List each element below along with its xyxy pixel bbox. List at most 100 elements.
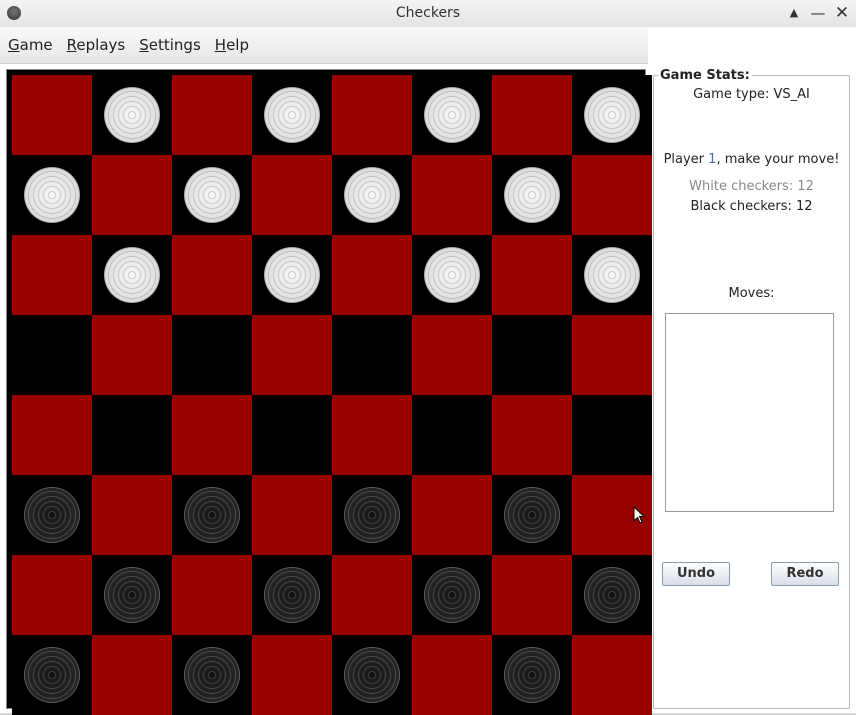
- white-checker-piece[interactable]: [184, 167, 240, 223]
- board-square[interactable]: [252, 395, 332, 475]
- board-square[interactable]: [332, 75, 412, 155]
- board-square[interactable]: [412, 75, 492, 155]
- board-square[interactable]: [412, 315, 492, 395]
- board-square[interactable]: [412, 635, 492, 715]
- board-square[interactable]: [332, 635, 412, 715]
- board-square[interactable]: [252, 235, 332, 315]
- white-checker-piece[interactable]: [24, 167, 80, 223]
- board-square[interactable]: [252, 315, 332, 395]
- redo-button[interactable]: Redo: [771, 562, 839, 586]
- black-checker-piece[interactable]: [584, 567, 640, 623]
- white-checker-piece[interactable]: [584, 247, 640, 303]
- white-checker-piece[interactable]: [424, 87, 480, 143]
- board-square[interactable]: [12, 75, 92, 155]
- board-square[interactable]: [12, 235, 92, 315]
- board-square[interactable]: [12, 635, 92, 715]
- checkers-board[interactable]: [12, 75, 652, 715]
- moves-list[interactable]: [665, 313, 834, 512]
- board-square[interactable]: [332, 475, 412, 555]
- black-checker-piece[interactable]: [24, 487, 80, 543]
- board-square[interactable]: [12, 475, 92, 555]
- board-square[interactable]: [92, 155, 172, 235]
- white-checker-piece[interactable]: [264, 87, 320, 143]
- board-square[interactable]: [172, 555, 252, 635]
- board-square[interactable]: [172, 155, 252, 235]
- board-square[interactable]: [492, 555, 572, 635]
- board-square[interactable]: [12, 155, 92, 235]
- board-square[interactable]: [572, 75, 652, 155]
- board-square[interactable]: [572, 395, 652, 475]
- board-square[interactable]: [332, 555, 412, 635]
- board-square[interactable]: [172, 315, 252, 395]
- undo-button[interactable]: Undo: [662, 562, 730, 586]
- board-square[interactable]: [412, 235, 492, 315]
- board-square[interactable]: [332, 315, 412, 395]
- board-square[interactable]: [92, 235, 172, 315]
- black-checker-piece[interactable]: [24, 647, 80, 703]
- black-checker-piece[interactable]: [104, 567, 160, 623]
- board-square[interactable]: [172, 395, 252, 475]
- board-square[interactable]: [92, 475, 172, 555]
- turn-prompt-suffix: , make your move!: [716, 152, 840, 167]
- black-checker-piece[interactable]: [184, 487, 240, 543]
- board-square[interactable]: [252, 635, 332, 715]
- board-square[interactable]: [412, 475, 492, 555]
- menu-settings[interactable]: Settings: [133, 36, 207, 54]
- white-checker-piece[interactable]: [424, 247, 480, 303]
- board-square[interactable]: [172, 635, 252, 715]
- board-square[interactable]: [572, 635, 652, 715]
- board-square[interactable]: [252, 475, 332, 555]
- close-icon[interactable]: ✕: [832, 3, 852, 23]
- board-square[interactable]: [572, 315, 652, 395]
- black-checker-piece[interactable]: [344, 647, 400, 703]
- board-square[interactable]: [492, 475, 572, 555]
- black-checker-piece[interactable]: [504, 647, 560, 703]
- board-square[interactable]: [12, 315, 92, 395]
- board-square[interactable]: [492, 395, 572, 475]
- black-checkers-count: Black checkers: 12: [690, 199, 813, 214]
- board-square[interactable]: [172, 75, 252, 155]
- board-square[interactable]: [172, 475, 252, 555]
- maximize-icon[interactable]: ▲: [784, 3, 804, 23]
- board-square[interactable]: [332, 235, 412, 315]
- white-checker-piece[interactable]: [104, 247, 160, 303]
- board-square[interactable]: [412, 395, 492, 475]
- menu-replays[interactable]: Replays: [61, 36, 132, 54]
- black-checker-piece[interactable]: [344, 487, 400, 543]
- white-checker-piece[interactable]: [584, 87, 640, 143]
- white-checker-piece[interactable]: [104, 87, 160, 143]
- white-checker-piece[interactable]: [504, 167, 560, 223]
- board-square[interactable]: [92, 315, 172, 395]
- board-square[interactable]: [332, 395, 412, 475]
- board-square[interactable]: [252, 155, 332, 235]
- board-square[interactable]: [92, 635, 172, 715]
- minimize-icon[interactable]: —: [808, 3, 828, 23]
- black-checker-piece[interactable]: [264, 567, 320, 623]
- board-square[interactable]: [12, 395, 92, 475]
- board-square[interactable]: [92, 395, 172, 475]
- menu-game[interactable]: Game: [2, 36, 59, 54]
- board-square[interactable]: [412, 555, 492, 635]
- board-square[interactable]: [92, 75, 172, 155]
- board-square[interactable]: [492, 315, 572, 395]
- board-square[interactable]: [572, 155, 652, 235]
- white-checker-piece[interactable]: [344, 167, 400, 223]
- board-square[interactable]: [492, 235, 572, 315]
- white-checker-piece[interactable]: [264, 247, 320, 303]
- board-square[interactable]: [492, 155, 572, 235]
- board-square[interactable]: [172, 235, 252, 315]
- black-checker-piece[interactable]: [424, 567, 480, 623]
- board-square[interactable]: [572, 235, 652, 315]
- board-square[interactable]: [492, 75, 572, 155]
- board-square[interactable]: [412, 155, 492, 235]
- board-square[interactable]: [572, 555, 652, 635]
- board-square[interactable]: [492, 635, 572, 715]
- board-square[interactable]: [252, 75, 332, 155]
- black-checker-piece[interactable]: [184, 647, 240, 703]
- menu-help[interactable]: Help: [209, 36, 255, 54]
- black-checker-piece[interactable]: [504, 487, 560, 543]
- board-square[interactable]: [252, 555, 332, 635]
- board-square[interactable]: [332, 155, 412, 235]
- board-square[interactable]: [92, 555, 172, 635]
- board-square[interactable]: [12, 555, 92, 635]
